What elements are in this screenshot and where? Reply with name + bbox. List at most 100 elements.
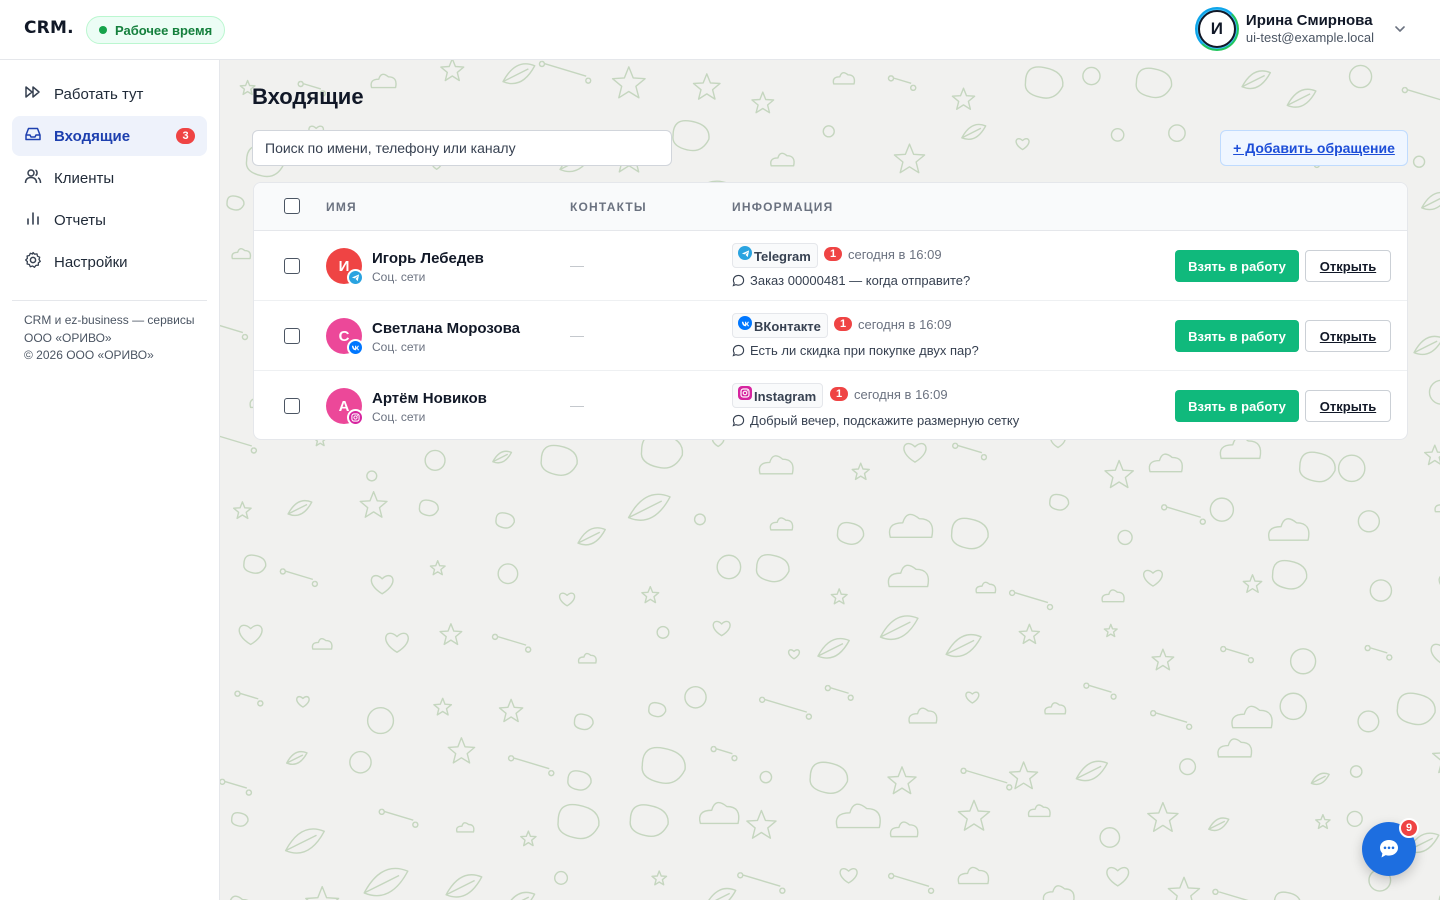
doodle-shape (787, 649, 801, 660)
doodle-shape (1106, 866, 1130, 887)
doodle-shape (366, 470, 378, 482)
doodle-shape (370, 73, 397, 89)
doodle-shape (233, 501, 252, 520)
doodle-shape (908, 707, 938, 724)
row-checkbox[interactable] (284, 258, 300, 274)
user-menu[interactable]: И Ирина Смирнова ui-test@example.local (1194, 7, 1410, 51)
doodle-shape (510, 891, 536, 900)
user-avatar[interactable]: И (1194, 7, 1239, 51)
column-contacts[interactable]: КОНТАКТЫ (570, 200, 647, 214)
client-source: Соц. сети (372, 410, 426, 424)
doodle-shape (1042, 885, 1075, 900)
sidebar-divider (12, 300, 207, 301)
sidebar-item-label: Настройки (54, 253, 128, 271)
doodle-shape (447, 737, 476, 764)
sidebar-item-reports[interactable]: Отчеты (12, 200, 207, 240)
table-header: ИМЯ КОНТАКТЫ ИНФОРМАЦИЯ (254, 183, 1407, 231)
doodle-shape (710, 745, 738, 762)
sidebar-item-label: Входящие (54, 127, 131, 145)
doodle-shape (498, 698, 524, 723)
doodle-shape (296, 695, 310, 708)
doodle-shape (1279, 692, 1308, 721)
doodle-shape (1286, 88, 1317, 108)
channel-name: Instagram (754, 389, 817, 404)
doodle-shape (1349, 765, 1363, 778)
user-email: ui-test@example.local (1245, 30, 1374, 45)
chat-unread-badge: 9 (1399, 818, 1419, 838)
timestamp: сегодня в 16:09 (854, 387, 948, 402)
doodle-shape (832, 72, 856, 85)
take-to-work-button[interactable]: Взять в работу (1175, 320, 1299, 352)
sidebar-item-clients[interactable]: Клиенты (12, 158, 207, 198)
doodle-shape (1273, 891, 1301, 900)
doodle-shape (952, 442, 988, 461)
column-name[interactable]: ИМЯ (326, 200, 357, 214)
row-checkbox[interactable] (284, 398, 300, 414)
users-icon (24, 167, 42, 189)
doodle-shape (429, 560, 446, 576)
doodle-shape (577, 527, 606, 546)
message-text: Есть ли скидка при покупке двух пар? (750, 343, 979, 358)
take-to-work-button[interactable]: Взять в работу (1175, 250, 1299, 282)
doodle-shape (1424, 444, 1440, 466)
inbox-table: ИМЯ КОНТАКТЫ ИНФОРМАЦИЯ И Игорь Лебедев … (253, 182, 1408, 440)
doodle-shape (1209, 497, 1235, 522)
client-name[interactable]: Артём Новиков (372, 390, 487, 407)
doodle-shape (1337, 454, 1366, 483)
message-icon (732, 414, 745, 427)
sidebar-item-inbox[interactable]: Входящие 3 (12, 116, 207, 156)
table-row[interactable]: С Светлана Морозова Соц. сети — ВКонтакт… (254, 301, 1407, 371)
client-name[interactable]: Светлана Морозова (372, 320, 520, 337)
sidebar-item-work-here[interactable]: Работать тут (12, 74, 207, 114)
doodle-shape (957, 866, 990, 885)
doodle-shape (520, 830, 537, 847)
take-to-work-button[interactable]: Взять в работу (1175, 390, 1299, 422)
timestamp: сегодня в 16:09 (848, 247, 942, 262)
doodle-shape (424, 449, 446, 471)
open-button[interactable]: Открыть (1305, 320, 1391, 352)
doodle-shape (558, 592, 576, 607)
doodle-shape (378, 808, 419, 828)
open-button[interactable]: Открыть (1305, 250, 1391, 282)
search-input[interactable] (252, 130, 672, 166)
client-name[interactable]: Игорь Лебедев (372, 250, 484, 267)
doodle-shape (641, 746, 686, 784)
doodle-shape (888, 513, 934, 539)
doodle-shape (693, 513, 706, 526)
unread-badge: 1 (824, 247, 842, 261)
sidebar-item-settings[interactable]: Настройки (12, 242, 207, 282)
doodle-shape (1027, 804, 1051, 818)
doodle-shape (708, 887, 737, 900)
chat-icon (1380, 840, 1398, 858)
doodle-shape (1357, 710, 1380, 733)
select-all-checkbox[interactable] (284, 198, 300, 214)
row-checkbox[interactable] (284, 328, 300, 344)
doodle-shape (540, 444, 578, 476)
chevron-down-icon[interactable] (1390, 19, 1410, 39)
doodle-shape (1369, 579, 1393, 602)
table-row[interactable]: И Игорь Лебедев Соц. сети — Telegram 1 с… (254, 231, 1407, 301)
doodle-shape (656, 625, 670, 639)
doodle-shape (1346, 810, 1363, 827)
doodle-shape (950, 517, 989, 550)
doodle-shape (1268, 518, 1310, 541)
logo[interactable]: CRM. (24, 18, 74, 38)
message-icon (732, 274, 745, 287)
table-row[interactable]: А Артём Новиков Соц. сети — Instagram 1 … (254, 371, 1407, 439)
inbox-icon (24, 125, 42, 147)
open-button[interactable]: Открыть (1305, 390, 1391, 422)
channel-tag: Instagram (732, 383, 824, 408)
doodle-shape (1298, 451, 1336, 483)
doodle-shape (1049, 493, 1070, 511)
doodle-shape (1082, 66, 1101, 86)
doodle-shape (287, 499, 313, 517)
doodle-shape (1117, 529, 1133, 546)
message-text: Заказ 00000481 — когда отправите? (750, 273, 971, 288)
add-request-button[interactable]: + Добавить обращение (1220, 130, 1408, 166)
column-info[interactable]: ИНФОРМАЦИЯ (732, 200, 833, 214)
doodle-shape (611, 66, 646, 99)
vk-icon (738, 316, 752, 330)
work-status-pill[interactable]: Рабочее время (86, 16, 226, 44)
doodle-shape (1430, 643, 1440, 664)
doodle-shape (758, 696, 813, 720)
